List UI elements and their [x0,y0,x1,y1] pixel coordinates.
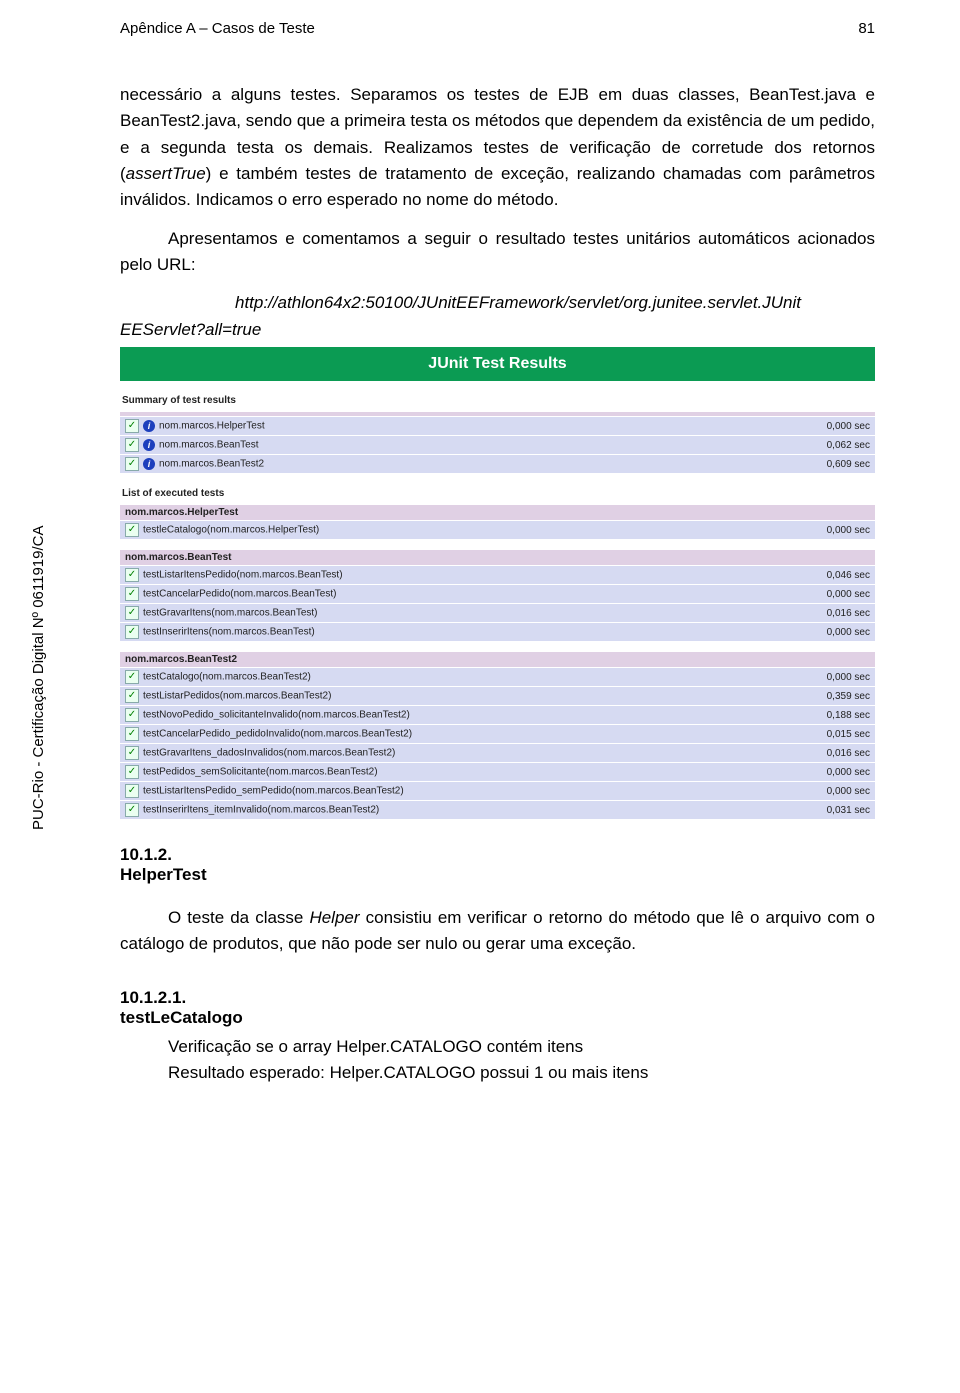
test-name: testListarPedidos(nom.marcos.BeanTest2) [143,691,331,702]
info-icon: i [143,439,155,451]
check-icon: ✓ [125,438,139,452]
table-row: ✓ i nom.marcos.BeanTest 0,062 sec [120,436,875,455]
paragraph-1b: ) e também testes de tratamento de exceç… [120,164,875,209]
table-row: ✓ testCancelarPedido(nom.marcos.BeanTest)… [120,585,875,604]
check-icon: ✓ [125,457,139,471]
test-name: testGravarItens(nom.marcos.BeanTest) [143,608,318,619]
table-row: ✓ testInserirItens_itemInvalido(nom.marco… [120,801,875,820]
page-number: 81 [858,20,875,37]
test-name: testNovoPedido_solicitanteInvalido(nom.m… [143,710,410,721]
test-name: testPedidos_semSolicitante(nom.marcos.Be… [143,767,378,778]
test-name: testInserirItens(nom.marcos.BeanTest) [143,627,315,638]
test-time: 0,031 sec [785,801,875,820]
table-row: ✓ testListarItensPedido_semPedido(nom.mar… [120,782,875,801]
table-row: ✓ testPedidos_semSolicitante(nom.marcos.B… [120,763,875,782]
test-name: testCatalogo(nom.marcos.BeanTest2) [143,672,311,683]
test-time: 0,046 sec [785,566,875,585]
table-row: ✓ testNovoPedido_solicitanteInvalido(nom.… [120,706,875,725]
table-row: ✓ testCancelarPedido_pedidoInvalido(nom.m… [120,725,875,744]
list-heading: List of executed tests [122,488,873,499]
info-icon: i [143,458,155,470]
test-time: 0,359 sec [785,687,875,706]
test-time: 0,000 sec [785,668,875,687]
check-icon: ✓ [125,606,139,620]
check-icon: ✓ [125,419,139,433]
junit-results: Summary of test results ✓ i nom.marcos.Hel… [120,395,875,820]
group-table: ✓ testCatalogo(nom.marcos.BeanTest2) 0,000… [120,668,875,820]
table-row: ✓ testCatalogo(nom.marcos.BeanTest2) 0,000… [120,668,875,687]
summary-name: nom.marcos.BeanTest [159,440,259,451]
check-icon: ✓ [125,625,139,639]
test-time: 0,000 sec [785,521,875,540]
test-time: 0,000 sec [785,763,875,782]
summary-time: 0,000 sec [785,417,875,436]
check-icon: ✓ [125,523,139,537]
paragraph-2: Apresentamos e comentamos a seguir o res… [120,226,875,279]
group-table: ✓ testleCatalogo(nom.marcos.HelperTest) 0… [120,521,875,540]
table-row: ✓ i nom.marcos.HelperTest 0,000 sec [120,417,875,436]
table-row: ✓ testListarPedidos(nom.marcos.BeanTest2)… [120,687,875,706]
summary-time: 0,062 sec [785,436,875,455]
check-icon: ✓ [125,670,139,684]
expected-result-line: Resultado esperado: Helper.CATALOGO poss… [168,1060,875,1086]
test-time: 0,000 sec [785,782,875,801]
paragraph-1: necessário a alguns testes. Separamos os… [120,82,875,214]
table-row: ✓ testGravarItens_dadosInvalidos(nom.marc… [120,744,875,763]
summary-time: 0,609 sec [785,455,875,474]
url-line: http://athlon64x2:50100/JUnitEEFramework… [235,290,875,316]
junit-banner: JUnit Test Results [120,347,875,381]
test-time: 0,016 sec [785,744,875,763]
section-number-10-1-2-1: 10.1.2.1. [120,988,875,1008]
test-name: testleCatalogo(nom.marcos.HelperTest) [143,525,319,536]
test-time: 0,000 sec [785,585,875,604]
test-name: testCancelarPedido_pedidoInvalido(nom.ma… [143,729,412,740]
table-row: ✓ testGravarItens(nom.marcos.BeanTest) 0,0… [120,604,875,623]
section-title-helpertest: HelperTest [120,865,875,885]
test-time: 0,188 sec [785,706,875,725]
summary-name: nom.marcos.HelperTest [159,421,265,432]
check-icon: ✓ [125,568,139,582]
summary-heading: Summary of test results [122,395,873,406]
test-name: testListarItensPedido_semPedido(nom.marc… [143,786,404,797]
verification-line: Verificação se o array Helper.CATALOGO c… [168,1034,875,1060]
check-icon: ✓ [125,765,139,779]
test-name: testListarItensPedido(nom.marcos.BeanTes… [143,570,343,581]
table-row: ✓ i nom.marcos.BeanTest2 0,609 sec [120,455,875,474]
certification-sidelabel: PUC-Rio - Certificação Digital Nº 061191… [30,526,47,830]
paragraph-3a: O teste da classe [168,908,309,927]
helper-italic: Helper [309,908,359,927]
check-icon: ✓ [125,727,139,741]
check-icon: ✓ [125,784,139,798]
running-head-title: Apêndice A – Casos de Teste [120,20,315,37]
test-time: 0,015 sec [785,725,875,744]
group-table: ✓ testListarItensPedido(nom.marcos.BeanTe… [120,566,875,642]
group-name: nom.marcos.BeanTest2 [120,652,875,668]
paragraph-3: O teste da classe Helper consistiu em ve… [120,905,875,958]
section-title-testlecatalogo: testLeCatalogo [120,1008,875,1028]
table-row: ✓ testInserirItens(nom.marcos.BeanTest) 0,… [120,623,875,642]
table-row: ✓ testListarItensPedido(nom.marcos.BeanTe… [120,566,875,585]
test-time: 0,016 sec [785,604,875,623]
running-head: Apêndice A – Casos de Teste 81 [120,20,875,37]
info-icon: i [143,420,155,432]
group-name: nom.marcos.HelperTest [120,505,875,521]
check-icon: ✓ [125,689,139,703]
test-name: testInserirItens_itemInvalido(nom.marcos… [143,805,379,816]
table-row: ✓ testleCatalogo(nom.marcos.HelperTest) 0… [120,521,875,540]
test-name: testGravarItens_dadosInvalidos(nom.marco… [143,748,395,759]
group-name: nom.marcos.BeanTest [120,550,875,566]
summary-name: nom.marcos.BeanTest2 [159,459,264,470]
check-icon: ✓ [125,803,139,817]
check-icon: ✓ [125,746,139,760]
test-name: testCancelarPedido(nom.marcos.BeanTest) [143,589,336,600]
check-icon: ✓ [125,708,139,722]
test-time: 0,000 sec [785,623,875,642]
eeservlet-line: EEServlet?all=true [120,317,875,343]
summary-table: ✓ i nom.marcos.HelperTest 0,000 sec ✓ i nom.… [120,412,875,474]
check-icon: ✓ [125,587,139,601]
assert-true-italic: assertTrue [126,164,206,183]
section-number-10-1-2: 10.1.2. [120,845,875,865]
